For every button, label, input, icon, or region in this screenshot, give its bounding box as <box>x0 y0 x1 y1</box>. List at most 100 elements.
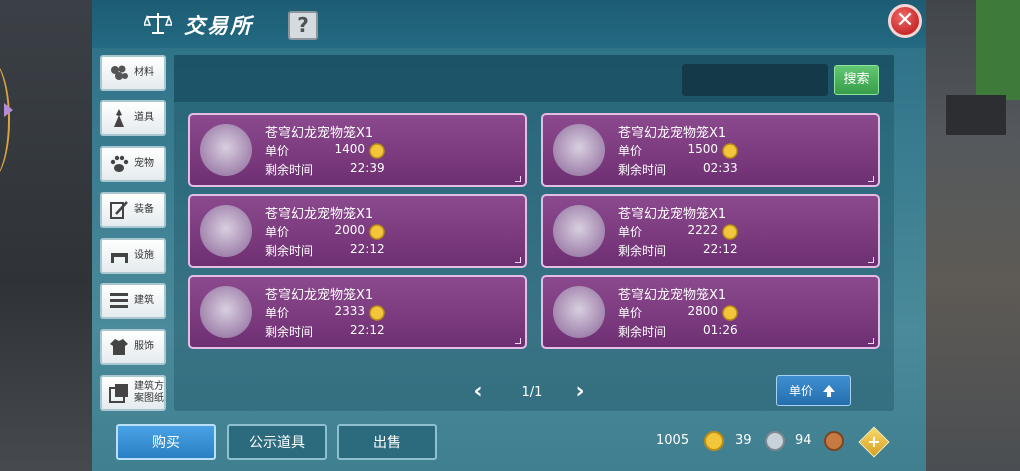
search-input[interactable] <box>682 64 828 96</box>
sidebar-item-label: 建筑 <box>134 295 154 306</box>
corner-mark <box>515 338 521 344</box>
sidebar-item-pets[interactable]: 宠物 <box>100 146 166 182</box>
gold-coin-icon <box>722 224 738 240</box>
window-title: 交易所 <box>184 14 253 38</box>
listing-card[interactable]: 苍穹幻龙宠物笼X1 单价 2222 剩余时间 22:12 <box>541 194 880 268</box>
bronze-coin-icon <box>824 431 844 451</box>
time-label: 剩余时间 <box>265 244 314 258</box>
gold-coin-icon <box>369 143 385 159</box>
next-page-button[interactable]: › <box>572 381 588 404</box>
gold-coin-icon <box>369 305 385 321</box>
corner-mark <box>868 176 874 182</box>
scene-block <box>946 95 1006 135</box>
corner-mark <box>515 257 521 263</box>
building-icon <box>110 293 128 308</box>
sidebar-item-facility[interactable]: 设施 <box>100 238 166 274</box>
price-label: 单价 <box>265 144 290 158</box>
gold-coin-icon <box>369 224 385 240</box>
corner-mark <box>868 257 874 263</box>
panel-header: 交易所 ? ✕ <box>92 0 926 48</box>
corner-mark <box>868 338 874 344</box>
gold-coin-icon <box>722 305 738 321</box>
gold-coin-icon <box>722 143 738 159</box>
item-time-left: 22:12 <box>703 242 738 256</box>
listing-card[interactable]: 苍穹幻龙宠物笼X1 单价 1400 剩余时间 22:39 <box>188 113 527 187</box>
page-indicator: 1/1 <box>521 385 543 400</box>
sidebar-item-label: 宠物 <box>134 158 154 169</box>
listing-card[interactable]: 苍穹幻龙宠物笼X1 单价 2000 剩余时间 22:12 <box>188 194 527 268</box>
sidebar-item-equipment[interactable]: 装备 <box>100 192 166 228</box>
blueprint-icon <box>109 384 128 403</box>
silver-balance: 39 <box>735 433 752 448</box>
item-price: 2800 <box>687 304 718 318</box>
balance-scale-icon <box>144 13 172 34</box>
item-name: 苍穹幻龙宠物笼X1 <box>618 126 727 141</box>
item-price: 1500 <box>687 142 718 156</box>
sort-arrow-icon <box>823 384 836 397</box>
game-scene-left <box>0 0 92 471</box>
sidebar-item-clothing[interactable]: 服饰 <box>100 329 166 365</box>
pet-cage-icon <box>553 205 605 257</box>
price-label: 单价 <box>618 144 643 158</box>
sidebar-item-label: 道具 <box>134 112 154 123</box>
scene-grass <box>976 0 1020 100</box>
sidebar-item-blueprint[interactable]: 建筑方案图纸 <box>100 375 166 411</box>
price-label: 单价 <box>265 306 290 320</box>
sidebar-item-materials[interactable]: 材料 <box>100 55 166 91</box>
gold-coin-icon <box>704 431 724 451</box>
item-price: 2222 <box>687 223 718 237</box>
item-time-left: 01:26 <box>703 323 738 337</box>
item-time-left: 02:33 <box>703 161 738 175</box>
time-label: 剩余时间 <box>265 163 314 177</box>
time-label: 剩余时间 <box>618 244 667 258</box>
sidebar-item-label: 材料 <box>134 67 154 78</box>
bronze-balance: 94 <box>795 433 812 448</box>
materials-icon <box>111 65 128 80</box>
sidebar-item-label: 装备 <box>134 204 154 215</box>
search-button[interactable]: 搜索 <box>834 65 879 95</box>
equipment-icon <box>110 201 128 219</box>
tab-public-items[interactable]: 公示道具 <box>227 424 327 460</box>
item-name: 苍穹幻龙宠物笼X1 <box>265 207 374 222</box>
item-name: 苍穹幻龙宠物笼X1 <box>265 288 374 303</box>
item-time-left: 22:12 <box>350 323 385 337</box>
listing-card[interactable]: 苍穹幻龙宠物笼X1 单价 2800 剩余时间 01:26 <box>541 275 880 349</box>
time-label: 剩余时间 <box>618 163 667 177</box>
price-label: 单价 <box>618 306 643 320</box>
help-button[interactable]: ? <box>288 11 318 40</box>
sidebar-item-building[interactable]: 建筑 <box>100 283 166 319</box>
listing-card[interactable]: 苍穹幻龙宠物笼X1 单价 1500 剩余时间 02:33 <box>541 113 880 187</box>
time-label: 剩余时间 <box>618 325 667 339</box>
sidebar-item-label: 建筑方案图纸 <box>134 381 164 404</box>
pet-cage-icon <box>553 124 605 176</box>
facility-icon <box>110 253 128 263</box>
silver-coin-icon <box>765 431 785 451</box>
time-label: 剩余时间 <box>265 325 314 339</box>
sidebar-item-items[interactable]: 道具 <box>100 100 166 136</box>
plus-icon: + <box>867 432 881 451</box>
scene-curve <box>0 60 10 180</box>
item-time-left: 22:39 <box>350 161 385 175</box>
listing-card[interactable]: 苍穹幻龙宠物笼X1 单价 2333 剩余时间 22:12 <box>188 275 527 349</box>
item-name: 苍穹幻龙宠物笼X1 <box>265 126 374 141</box>
price-label: 单价 <box>618 225 643 239</box>
item-time-left: 22:12 <box>350 242 385 256</box>
tab-buy[interactable]: 购买 <box>116 424 216 460</box>
sidebar-item-label: 设施 <box>134 250 154 261</box>
game-scene-right <box>926 0 1020 471</box>
clothing-icon <box>110 339 128 355</box>
pet-cage-icon <box>200 286 252 338</box>
pet-cage-icon <box>200 124 252 176</box>
tab-sell[interactable]: 出售 <box>337 424 437 460</box>
edge-arrow-icon[interactable] <box>4 103 13 117</box>
add-currency-button[interactable]: + <box>858 426 890 458</box>
close-button[interactable]: ✕ <box>888 4 922 38</box>
item-price: 2000 <box>334 223 365 237</box>
prev-page-button[interactable]: ‹ <box>470 381 486 404</box>
item-price: 2333 <box>334 304 365 318</box>
gold-balance: 1005 <box>656 433 690 448</box>
corner-mark <box>515 176 521 182</box>
pet-cage-icon <box>553 286 605 338</box>
sort-by-price-button[interactable]: 单价 <box>776 375 851 406</box>
exchange-panel: 交易所 ? ✕ 材料 道具 宠物 装备 设施 建筑 服饰 建筑方案图纸 搜索 苍… <box>92 0 926 471</box>
